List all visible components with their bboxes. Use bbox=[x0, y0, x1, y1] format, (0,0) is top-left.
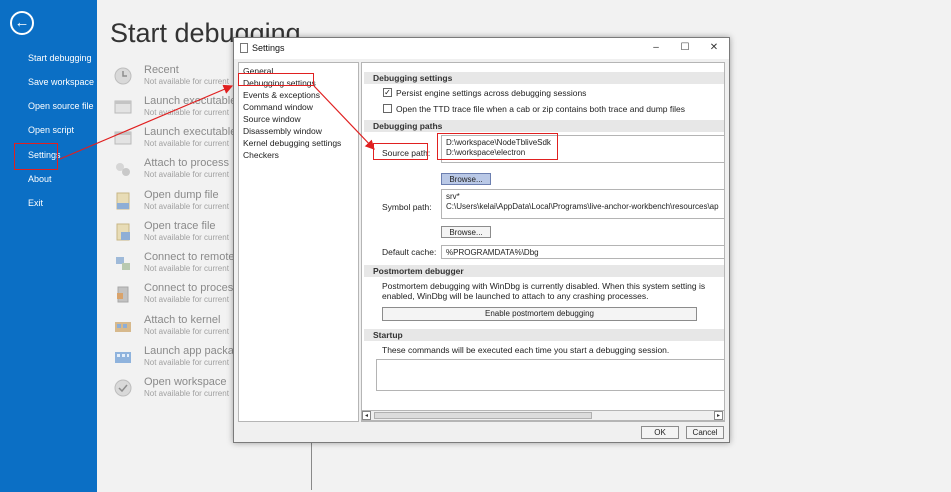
maximize-button[interactable]: ☐ bbox=[678, 41, 692, 55]
persist-settings-checkbox[interactable]: ✓ bbox=[383, 88, 392, 97]
nav-item-checkers[interactable]: Checkers bbox=[243, 150, 279, 160]
nav-item-source-window[interactable]: Source window bbox=[243, 114, 301, 124]
start-item-launch-executable-advanced[interactable]: Launch executable Not available for curr… bbox=[113, 126, 235, 156]
item-title: Launch app packa bbox=[144, 345, 234, 357]
section-debugging-paths: Debugging paths bbox=[364, 120, 724, 132]
scroll-right-icon[interactable]: ▸ bbox=[714, 411, 723, 420]
startup-text: These commands will be executed each tim… bbox=[382, 345, 670, 355]
sidebar-item-save-workspace[interactable]: Save workspace bbox=[28, 77, 94, 87]
clock-icon bbox=[114, 67, 132, 85]
kernel-icon bbox=[115, 322, 131, 332]
settings-nav: General Debugging settings Events & exce… bbox=[238, 62, 359, 422]
divider-line bbox=[311, 443, 312, 490]
nav-item-command-window[interactable]: Command window bbox=[243, 102, 313, 112]
item-title: Open dump file bbox=[144, 189, 219, 201]
annotation-box-settings bbox=[14, 143, 58, 170]
start-item-attach-to-process[interactable]: Attach to process Not available for curr… bbox=[113, 157, 235, 187]
item-subtitle: Not available for current bbox=[144, 139, 229, 148]
start-item-open-workspace[interactable]: Open workspace Not available for current bbox=[113, 376, 235, 406]
item-subtitle: Not available for current bbox=[144, 327, 229, 336]
nav-item-disassembly-window[interactable]: Disassembly window bbox=[243, 126, 322, 136]
sidebar: ← Start debugging Save workspace Open so… bbox=[0, 0, 97, 492]
default-cache-input[interactable]: %PROGRAMDATA%\Dbg bbox=[441, 245, 724, 259]
back-arrow-icon[interactable]: ← bbox=[10, 11, 34, 35]
open-ttd-checkbox[interactable] bbox=[383, 104, 392, 113]
dump-file-icon bbox=[116, 192, 130, 210]
persist-settings-label: Persist engine settings across debugging… bbox=[396, 88, 587, 98]
settings-dialog: Settings – ☐ ✕ General Debugging setting… bbox=[233, 37, 730, 443]
postmortem-text-1: Postmortem debugging with WinDbg is curr… bbox=[382, 281, 706, 291]
item-subtitle: Not available for current bbox=[144, 202, 229, 211]
section-debugging-settings: Debugging settings bbox=[364, 72, 724, 84]
annotation-box-source-path-label bbox=[373, 143, 428, 160]
close-button[interactable]: ✕ bbox=[707, 41, 721, 55]
start-item-connect-to-remote[interactable]: Connect to remote Not available for curr… bbox=[113, 251, 235, 281]
item-subtitle: Not available for current bbox=[144, 108, 229, 117]
item-title: Open workspace bbox=[144, 376, 227, 388]
item-title: Attach to process bbox=[144, 157, 229, 169]
trace-file-icon bbox=[116, 223, 130, 241]
settings-content: Debugging settings ✓ Persist engine sett… bbox=[361, 62, 725, 422]
dialog-title: Settings bbox=[252, 43, 285, 53]
item-subtitle: Not available for current bbox=[144, 264, 229, 273]
start-item-attach-to-kernel[interactable]: Attach to kernel Not available for curre… bbox=[113, 314, 235, 344]
start-item-connect-to-process-server[interactable]: Connect to proces Not available for curr… bbox=[113, 282, 235, 312]
start-item-open-dump-file[interactable]: Open dump file Not available for current bbox=[113, 189, 235, 219]
symbol-path-input[interactable]: srv* C:\Users\kelai\AppData\Local\Progra… bbox=[441, 189, 724, 219]
sidebar-item-open-source-file[interactable]: Open source file bbox=[28, 101, 94, 111]
scroll-left-icon[interactable]: ◂ bbox=[362, 411, 371, 420]
item-title: Recent bbox=[144, 64, 179, 76]
app-package-icon bbox=[115, 352, 131, 363]
item-subtitle: Not available for current bbox=[144, 389, 229, 398]
start-item-launch-app-package[interactable]: Launch app packa Not available for curre… bbox=[113, 345, 235, 375]
process-server-icon bbox=[117, 286, 129, 303]
item-subtitle: Not available for current bbox=[144, 233, 229, 242]
symbol-browse-button[interactable]: Browse... bbox=[441, 226, 491, 238]
dialog-titlebar[interactable]: Settings – ☐ ✕ bbox=[234, 38, 729, 59]
start-item-recent[interactable]: Recent Not available for current bbox=[113, 64, 235, 94]
annotation-box-debugging-settings bbox=[238, 73, 314, 86]
ok-button[interactable]: OK bbox=[641, 426, 679, 439]
enable-postmortem-button[interactable]: Enable postmortem debugging bbox=[382, 307, 697, 321]
item-title: Open trace file bbox=[144, 220, 216, 232]
settings-window-icon bbox=[240, 43, 248, 53]
workspace-icon bbox=[114, 379, 132, 397]
default-cache-label: Default cache: bbox=[382, 247, 437, 257]
annotation-box-source-path-value bbox=[437, 133, 558, 160]
cancel-button[interactable]: Cancel bbox=[686, 426, 724, 439]
start-item-launch-executable[interactable]: Launch executable Not available for curr… bbox=[113, 95, 235, 125]
item-title: Attach to kernel bbox=[144, 314, 221, 326]
item-title: Connect to remote bbox=[144, 251, 235, 263]
remote-icon bbox=[116, 257, 130, 270]
horizontal-scrollbar[interactable]: ◂ ▸ bbox=[361, 410, 725, 421]
sidebar-item-start-debugging[interactable]: Start debugging bbox=[28, 53, 92, 63]
sidebar-item-open-script[interactable]: Open script bbox=[28, 125, 74, 135]
open-ttd-label: Open the TTD trace file when a cab or zi… bbox=[396, 104, 685, 114]
item-subtitle: Not available for current bbox=[144, 295, 229, 304]
exe-icon bbox=[114, 131, 132, 145]
exe-icon bbox=[114, 100, 132, 114]
item-title: Launch executable bbox=[144, 126, 235, 138]
start-item-open-trace-file[interactable]: Open trace file Not available for curren… bbox=[113, 220, 235, 250]
sidebar-item-about[interactable]: About bbox=[28, 174, 52, 184]
sidebar-item-exit[interactable]: Exit bbox=[28, 198, 43, 208]
symbol-path-line-1: srv* bbox=[446, 192, 460, 201]
nav-item-kernel-debugging-settings[interactable]: Kernel debugging settings bbox=[243, 138, 341, 148]
section-postmortem: Postmortem debugger bbox=[364, 265, 724, 277]
minimize-button[interactable]: – bbox=[649, 41, 663, 55]
startup-commands-input[interactable] bbox=[376, 359, 724, 391]
source-browse-button[interactable]: Browse... bbox=[441, 173, 491, 185]
item-title: Launch executable bbox=[144, 95, 235, 107]
postmortem-text-2: enabled, WinDbg will be launched to atta… bbox=[382, 291, 649, 301]
item-subtitle: Not available for current bbox=[144, 77, 229, 86]
scroll-thumb[interactable] bbox=[374, 412, 592, 419]
item-title: Connect to proces bbox=[144, 282, 234, 294]
section-startup: Startup bbox=[364, 329, 724, 341]
item-subtitle: Not available for current bbox=[144, 170, 229, 179]
nav-item-events-exceptions[interactable]: Events & exceptions bbox=[243, 90, 320, 100]
item-subtitle: Not available for current bbox=[144, 358, 229, 367]
process-icon bbox=[116, 163, 130, 176]
symbol-path-label: Symbol path: bbox=[382, 202, 432, 212]
symbol-path-line-2: C:\Users\kelai\AppData\Local\Programs\li… bbox=[446, 202, 719, 211]
